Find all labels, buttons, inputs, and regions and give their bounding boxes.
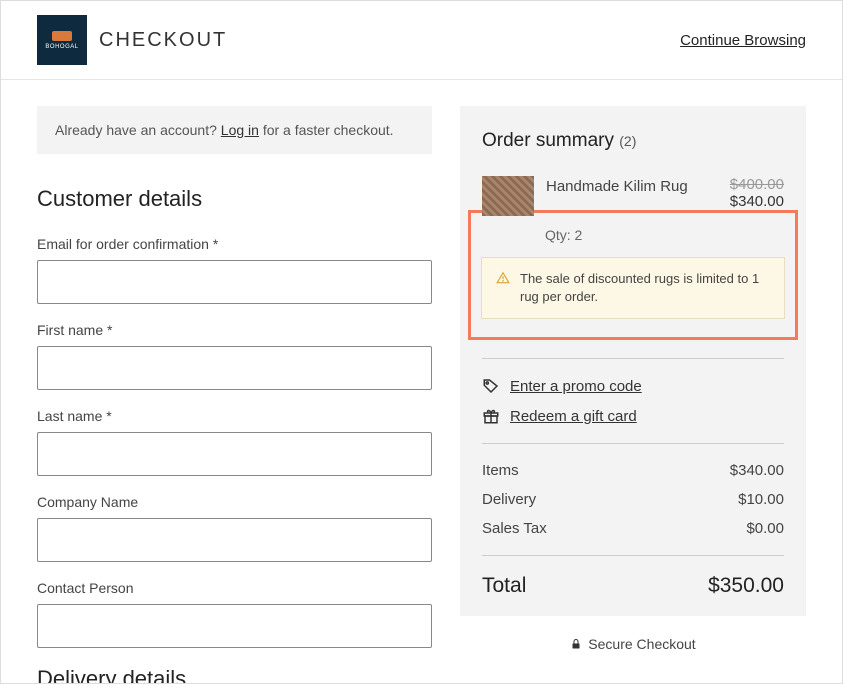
secure-checkout: Secure Checkout bbox=[460, 636, 806, 652]
items-label: Items bbox=[482, 462, 519, 479]
gift-card-label: Redeem a gift card bbox=[510, 408, 637, 425]
order-summary: Order summary (2) Handmade Kilim Rug $40… bbox=[460, 106, 806, 616]
header: BOHOGAL CHECKOUT Continue Browsing bbox=[1, 1, 842, 80]
warning-banner: The sale of discounted rugs is limited t… bbox=[481, 257, 785, 319]
gift-card-row[interactable]: Redeem a gift card bbox=[482, 407, 784, 425]
total-label: Total bbox=[482, 574, 526, 598]
items-value: $340.00 bbox=[730, 462, 784, 479]
logo-text: BOHOGAL bbox=[45, 44, 78, 50]
last-name-input[interactable] bbox=[37, 432, 432, 476]
tag-icon bbox=[482, 377, 500, 395]
product-row: Handmade Kilim Rug $400.00 $340.00 bbox=[482, 176, 784, 216]
product-name: Handmade Kilim Rug bbox=[546, 176, 718, 216]
first-name-field-wrapper: First name * bbox=[37, 322, 432, 390]
logo[interactable]: BOHOGAL bbox=[37, 15, 87, 65]
company-field-wrapper: Company Name bbox=[37, 494, 432, 562]
total-row: Total $350.00 bbox=[482, 574, 784, 598]
login-link[interactable]: Log in bbox=[221, 122, 259, 138]
divider bbox=[482, 555, 784, 556]
continue-browsing-link[interactable]: Continue Browsing bbox=[680, 32, 806, 49]
current-price: $340.00 bbox=[730, 193, 784, 210]
total-value: $350.00 bbox=[708, 574, 784, 598]
last-name-label: Last name * bbox=[37, 408, 432, 424]
last-name-field-wrapper: Last name * bbox=[37, 408, 432, 476]
summary-title-text: Order summary bbox=[482, 130, 614, 151]
warning-highlight: Qty: 2 The sale of discounted rugs is li… bbox=[468, 210, 798, 340]
content: Already have an account? Log in for a fa… bbox=[1, 80, 842, 684]
account-prompt: Already have an account? Log in for a fa… bbox=[37, 106, 432, 154]
company-label: Company Name bbox=[37, 494, 432, 510]
account-prefix: Already have an account? bbox=[55, 122, 221, 138]
email-field-wrapper: Email for order confirmation * bbox=[37, 236, 432, 304]
promo-code-row[interactable]: Enter a promo code bbox=[482, 377, 784, 395]
logo-icon bbox=[52, 31, 72, 41]
contact-field-wrapper: Contact Person bbox=[37, 580, 432, 648]
divider bbox=[482, 443, 784, 444]
secure-label: Secure Checkout bbox=[588, 636, 695, 652]
company-input[interactable] bbox=[37, 518, 432, 562]
contact-input[interactable] bbox=[37, 604, 432, 648]
email-label: Email for order confirmation * bbox=[37, 236, 432, 252]
header-left: BOHOGAL CHECKOUT bbox=[37, 15, 227, 65]
qty-label: Qty: 2 bbox=[545, 227, 785, 243]
tax-label: Sales Tax bbox=[482, 520, 547, 537]
delivery-row: Delivery $10.00 bbox=[482, 491, 784, 508]
promo-code-label: Enter a promo code bbox=[510, 378, 642, 395]
product-thumbnail[interactable] bbox=[482, 176, 534, 216]
order-summary-title: Order summary (2) bbox=[482, 130, 784, 152]
first-name-input[interactable] bbox=[37, 346, 432, 390]
warning-icon bbox=[496, 271, 510, 285]
warning-text: The sale of discounted rugs is limited t… bbox=[520, 270, 770, 306]
product-prices: $400.00 $340.00 bbox=[730, 176, 784, 216]
summary-count: (2) bbox=[619, 133, 636, 149]
original-price: $400.00 bbox=[730, 176, 784, 193]
divider bbox=[482, 358, 784, 359]
delivery-details-heading: Delivery details bbox=[37, 666, 432, 684]
lock-icon bbox=[570, 637, 582, 651]
left-column: Already have an account? Log in for a fa… bbox=[37, 106, 432, 684]
tax-row: Sales Tax $0.00 bbox=[482, 520, 784, 537]
items-row: Items $340.00 bbox=[482, 462, 784, 479]
first-name-label: First name * bbox=[37, 322, 432, 338]
customer-details-heading: Customer details bbox=[37, 186, 432, 212]
account-suffix: for a faster checkout. bbox=[259, 122, 394, 138]
delivery-label: Delivery bbox=[482, 491, 536, 508]
contact-label: Contact Person bbox=[37, 580, 432, 596]
delivery-value: $10.00 bbox=[738, 491, 784, 508]
page-title: CHECKOUT bbox=[99, 29, 227, 52]
email-input[interactable] bbox=[37, 260, 432, 304]
checkout-page: BOHOGAL CHECKOUT Continue Browsing Alrea… bbox=[0, 0, 843, 684]
tax-value: $0.00 bbox=[746, 520, 784, 537]
gift-icon bbox=[482, 407, 500, 425]
right-column: Order summary (2) Handmade Kilim Rug $40… bbox=[460, 106, 806, 684]
